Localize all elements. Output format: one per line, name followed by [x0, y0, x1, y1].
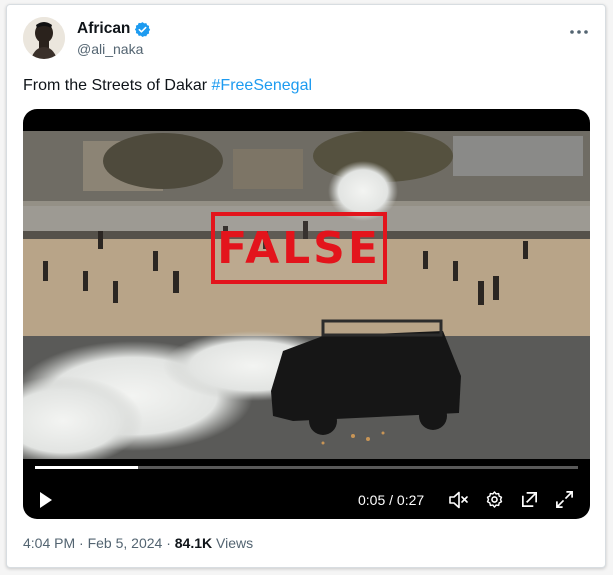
fullscreen-icon[interactable]: [555, 490, 574, 514]
volume-muted-icon[interactable]: [449, 491, 469, 514]
video-time: 0:05 / 0:27: [358, 492, 425, 508]
author-name-row: African: [77, 20, 151, 38]
play-icon[interactable]: [39, 491, 53, 514]
more-options-icon[interactable]: [569, 19, 589, 40]
tweet-text: From the Streets of Dakar #FreeSenegal: [23, 77, 312, 95]
video-progress-bar[interactable]: [35, 466, 578, 469]
video-progress-fill: [35, 466, 139, 469]
false-stamp: FALSE: [211, 212, 387, 284]
hashtag-link[interactable]: #FreeSenegal: [212, 77, 313, 94]
tweet-card: African @ali_naka From the Streets of Da…: [6, 4, 606, 568]
verified-badge-icon: [134, 21, 151, 38]
video-frame: [23, 131, 590, 459]
author-handle[interactable]: @ali_naka: [77, 41, 143, 57]
tweet-meta: 4:04 PM · Feb 5, 2024 · 84.1K Views: [23, 535, 253, 551]
settings-gear-icon[interactable]: [485, 490, 504, 514]
avatar[interactable]: [23, 17, 65, 59]
views-label: Views: [212, 535, 254, 551]
tweet-timestamp[interactable]: 4:04 PM · Feb 5, 2024 ·: [23, 535, 175, 551]
tweet-body: From the Streets of Dakar: [23, 77, 212, 94]
video-player[interactable]: FALSE 0:05 / 0:27: [23, 109, 590, 519]
popout-icon[interactable]: [520, 490, 539, 514]
author-name[interactable]: African: [77, 20, 130, 38]
views-count: 84.1K: [174, 535, 213, 551]
